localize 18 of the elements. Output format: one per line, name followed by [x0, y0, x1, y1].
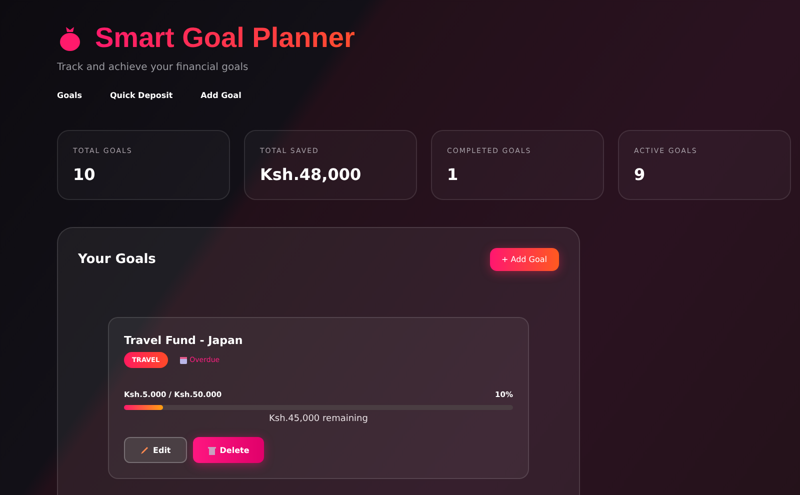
stat-value: 10 [73, 165, 96, 184]
nav-link[interactable]: Add Goal [200, 87, 242, 104]
subtitle: Track and achieve your financial goals [57, 62, 250, 73]
stat-value: 9 [634, 165, 646, 184]
stat-value: 1 [447, 165, 460, 184]
pencil-icon [140, 446, 149, 454]
money-bag-icon [57, 25, 83, 51]
calendar-icon [180, 356, 187, 364]
remaining-text: Ksh.45,000 remaining [268, 414, 369, 424]
edit-button[interactable]: Edit [124, 437, 187, 463]
panel-title: Your Goals [78, 252, 156, 267]
nav-link[interactable]: Goals [57, 87, 82, 104]
nav-link[interactable]: Quick Deposit [110, 87, 173, 104]
stat-value: Ksh.48,000 [260, 165, 362, 184]
goal-name: Travel Fund - Japan [124, 334, 244, 347]
add-goal-button[interactable]: + Add Goal [490, 248, 559, 271]
trash-icon [208, 446, 216, 454]
delete-button[interactable]: Delete [192, 437, 264, 463]
